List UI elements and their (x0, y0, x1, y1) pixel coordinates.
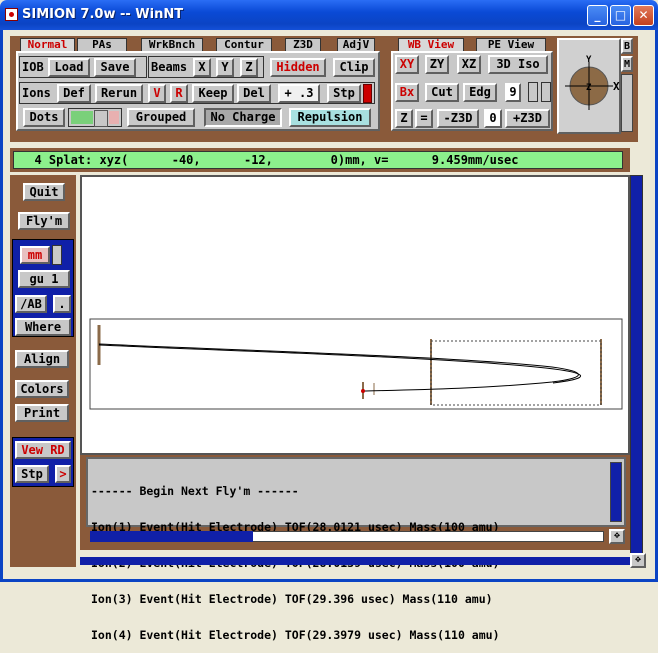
bx-button[interactable]: Bx (395, 83, 419, 102)
save-button[interactable]: Save (94, 58, 136, 77)
ion-trajectory-2 (98, 344, 581, 384)
ab-button[interactable]: /AB (15, 295, 47, 313)
window-title: SIMION 7.0w -- WinNT (22, 7, 184, 22)
advance-arrow-button[interactable]: > (55, 465, 71, 483)
view-vertical-scrollbar[interactable] (630, 175, 643, 565)
status-readout: 4 Splat: xyz( -40, -12, 0)mm, v= 9.459mm… (13, 151, 623, 169)
compass-z-label: Z (586, 83, 592, 93)
splat-marker (361, 389, 365, 393)
equals-button[interactable]: = (415, 109, 433, 128)
clip-button[interactable]: Clip (333, 58, 375, 77)
del-button[interactable]: Del (237, 84, 271, 103)
step-value-field[interactable]: + .3 (278, 84, 320, 103)
workbench-canvas (89, 318, 623, 410)
simion-app-icon[interactable] (5, 8, 18, 21)
edg-button[interactable]: Edg (463, 83, 497, 102)
view-resize-icon[interactable]: ✥ (630, 553, 646, 568)
dots-slider-thumb[interactable] (94, 110, 108, 127)
gu-button[interactable]: gu 1 (18, 270, 70, 288)
ion-trajectory (98, 343, 579, 392)
where-button[interactable]: Where (15, 318, 71, 336)
iob-label: IOB (22, 60, 44, 74)
beam-x-button[interactable]: X (193, 58, 211, 77)
log-line: Ion(3) Event(Hit Electrode) TOF(29.396 u… (91, 592, 493, 606)
tab-wrkbnch[interactable]: WrkBnch (141, 38, 203, 51)
mm-scroll[interactable] (52, 245, 62, 265)
no-charge-button[interactable]: No Charge (204, 108, 282, 127)
view-xz-button[interactable]: XZ (457, 55, 481, 74)
tab-wb-view[interactable]: WB View (398, 38, 464, 51)
view-zy-button[interactable]: ZY (425, 55, 449, 74)
beams-label: Beams (151, 60, 188, 74)
quit-button[interactable]: Quit (23, 183, 65, 201)
tab-contur[interactable]: Contur (216, 38, 272, 51)
side-m-button[interactable]: M (621, 56, 633, 72)
edge-scroll-2[interactable] (541, 82, 551, 102)
print-button[interactable]: Print (15, 404, 69, 422)
z3d-value-field[interactable]: 0 (484, 109, 502, 128)
load-button[interactable]: Load (48, 58, 90, 77)
minus-z3d-button[interactable]: -Z3D (437, 109, 479, 128)
tab-pas[interactable]: PAs (77, 38, 127, 51)
orientation-compass-icon[interactable]: Y Z (557, 38, 621, 134)
close-button[interactable]: ✕ (633, 5, 654, 26)
beam-z-button[interactable]: Z (240, 58, 258, 77)
compass-x-label: X (613, 80, 620, 93)
dots-slider[interactable] (68, 108, 122, 127)
view-horizontal-scrollbar[interactable] (80, 557, 632, 565)
minimize-button[interactable]: _ (587, 5, 608, 26)
dots-button[interactable]: Dots (23, 108, 65, 127)
ions-label: Ions (22, 86, 51, 100)
edge-count-field[interactable]: 9 (505, 83, 521, 102)
tab-z3d[interactable]: Z3D (285, 38, 321, 51)
log-line: ------ Begin Next Fly'm ------ (91, 484, 299, 498)
hidden-button[interactable]: Hidden (270, 58, 326, 77)
log-line: Ion(4) Event(Hit Electrode) TOF(29.3979 … (91, 628, 500, 642)
stp-left-button[interactable]: Stp (15, 465, 49, 483)
mm-button[interactable]: mm (20, 246, 50, 264)
log-resize-icon[interactable]: ✥ (609, 529, 625, 544)
log-vertical-scrollbar[interactable] (610, 462, 622, 522)
workbench-boundary (89, 318, 623, 410)
left-tool-area (10, 175, 76, 567)
dots-slider-end (109, 111, 119, 124)
cut-button[interactable]: Cut (425, 83, 459, 102)
tab-adjv[interactable]: AdjV (337, 38, 375, 51)
log-horizontal-thumb[interactable] (90, 531, 253, 542)
align-button[interactable]: Align (15, 350, 69, 368)
beam-y-button[interactable]: Y (216, 58, 234, 77)
rerun-button[interactable]: Rerun (95, 84, 143, 103)
compass-y-label: Y (586, 55, 592, 65)
workbench-view[interactable] (80, 175, 630, 455)
z-button[interactable]: Z (395, 109, 413, 128)
tab-normal[interactable]: Normal (20, 38, 75, 51)
tab-pe-view[interactable]: PE View (476, 38, 546, 51)
side-scroll[interactable] (621, 74, 633, 132)
view-xy-button[interactable]: XY (395, 55, 419, 74)
grouped-button[interactable]: Grouped (127, 108, 195, 127)
stop-indicator[interactable] (363, 84, 372, 103)
message-log: ------ Begin Next Fly'm ------ Ion(1) Ev… (86, 457, 626, 641)
dot-button[interactable]: . (53, 295, 71, 313)
repulsion-button[interactable]: Repulsion (289, 108, 371, 127)
colors-button[interactable]: Colors (15, 380, 69, 398)
maximize-button[interactable]: □ (610, 5, 631, 26)
edge-scroll[interactable] (528, 82, 538, 102)
view-3d-iso-button[interactable]: 3D Iso (488, 55, 548, 74)
dots-slider-fill (71, 111, 93, 124)
flym-button[interactable]: Fly'm (18, 212, 70, 230)
keep-button[interactable]: Keep (192, 84, 234, 103)
v-button[interactable]: V (148, 84, 166, 103)
side-b-button[interactable]: B (621, 38, 633, 54)
plus-z3d-button[interactable]: +Z3D (505, 109, 550, 128)
r-button[interactable]: R (170, 84, 188, 103)
view-rd-button[interactable]: Vew RD (15, 441, 71, 459)
stp-button[interactable]: Stp (327, 84, 361, 103)
def-button[interactable]: Def (57, 84, 91, 103)
